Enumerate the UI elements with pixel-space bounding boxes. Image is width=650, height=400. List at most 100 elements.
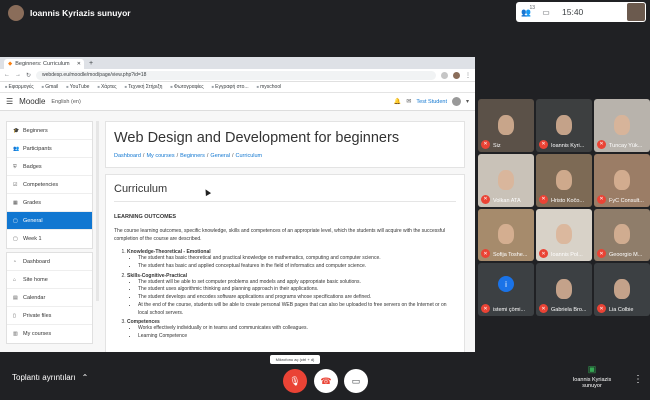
- profile-icon[interactable]: [453, 71, 460, 79]
- people-button[interactable]: 👥 13: [516, 2, 536, 22]
- check-square-icon: ☑: [13, 181, 18, 188]
- bookmark[interactable]: Φωτογραφίες: [170, 84, 204, 90]
- page-title: Curriculum: [114, 183, 456, 202]
- mic-muted-icon: ✕: [597, 304, 606, 313]
- outcome-point: Works effectively individually or in tea…: [138, 325, 456, 333]
- bookmarks-bar: Εφαρμογές Gmail YouTube Χάρτες Τεχνική Σ…: [0, 82, 475, 93]
- moodle-favicon: ◆: [8, 61, 13, 67]
- participant-tile[interactable]: ✕ FyC Consult...: [594, 153, 650, 207]
- extension-icon[interactable]: [441, 71, 448, 79]
- chevron-up-icon: ⌃: [81, 373, 89, 382]
- url-text: webdesp.eu/moodle/mod/page/view.php?id=1…: [42, 72, 147, 78]
- participant-tile[interactable]: ✕ Ioannis Kyri...: [536, 99, 592, 152]
- breadcrumb: Dashboard / My courses / Beginners / General / C…: [114, 153, 456, 159]
- hang-up-button[interactable]: ☎: [314, 369, 338, 393]
- sidebar-item-dashboard[interactable]: ◔ Dashboard: [7, 253, 92, 271]
- participant-video: [498, 224, 514, 245]
- url-input[interactable]: webdesp.eu/moodle/mod/page/view.php?id=1…: [36, 70, 436, 80]
- camera-toggle-button[interactable]: ▭: [344, 369, 368, 393]
- bookmark[interactable]: Τεχνική Στήριξη: [125, 84, 162, 90]
- table-icon: ▦: [13, 199, 18, 206]
- outcome-point: The student has basic theoretical and pr…: [138, 255, 456, 263]
- sidebar-item-calendar[interactable]: ▤ Calendar: [7, 289, 92, 307]
- meeting-details-button[interactable]: Toplantı ayrıntıları ⌃: [12, 373, 88, 382]
- participant-tile[interactable]: ✕ Gabriela Bro...: [536, 263, 592, 316]
- participant-tile[interactable]: ✕ Volkan ATA: [478, 153, 534, 207]
- bookmark[interactable]: Χάρτες: [97, 84, 117, 90]
- hamburger-icon[interactable]: ☰: [6, 97, 13, 106]
- sidebar-item-label: Week 1: [23, 236, 42, 242]
- mic-muted-icon: ✕: [597, 194, 606, 204]
- sidebar-item-label: Participants: [23, 145, 52, 152]
- moodle-brand[interactable]: Moodle: [19, 97, 45, 106]
- participant-video: [556, 169, 572, 190]
- breadcrumb-separator: /: [142, 153, 145, 159]
- sidebar-item-participants[interactable]: 👥 Participants: [7, 140, 92, 158]
- outcome-item: Knowledge-Theoretical - EmotionalThe stu…: [127, 249, 456, 271]
- breadcrumb-link[interactable]: Beginners: [180, 153, 205, 159]
- bookmark[interactable]: YouTube: [66, 84, 90, 90]
- breadcrumb-separator: /: [176, 153, 179, 159]
- bookmark[interactable]: Εφαρμογές: [5, 84, 34, 90]
- present-label-2: sunuyor: [582, 383, 602, 389]
- participant-tile[interactable]: ✕ Hristo Kočo...: [536, 153, 592, 207]
- participant-name: Lia Colbie: [609, 307, 634, 313]
- breadcrumb-link[interactable]: General: [210, 153, 230, 159]
- mic-tooltip: Mikrofonu aç (ctrl + d): [270, 355, 320, 364]
- participant-tile[interactable]: ✕ Lia Colbie: [594, 263, 650, 316]
- bookmark[interactable]: myschool: [257, 84, 281, 90]
- presenter-banner: Ioannis Kyriazis sunuyor: [8, 4, 131, 22]
- tachometer-icon: ◔: [13, 258, 17, 265]
- user-name[interactable]: Test Student: [416, 99, 447, 105]
- reload-icon[interactable]: ↻: [26, 72, 31, 79]
- participant-grid: ✕ Siz ✕ Ioannis Kyri... ✕ Tuncay Yük... ✕ Volka…: [478, 99, 650, 316]
- forward-icon[interactable]: →: [15, 72, 21, 78]
- sidebar-item-week-1[interactable]: ▢ Week 1: [7, 230, 92, 248]
- sidebar-item-private-files[interactable]: ▯ Private files: [7, 307, 92, 325]
- participant-tile[interactable]: ✕ Geoorgio M...: [594, 208, 650, 262]
- breadcrumb-link[interactable]: Dashboard: [114, 153, 141, 159]
- sidebar-item-general[interactable]: ▢ General: [7, 212, 92, 230]
- sidebar-item-competencies[interactable]: ☑ Competencies: [7, 176, 92, 194]
- participant-tile[interactable]: ✕ Tuncay Yük...: [594, 99, 650, 152]
- back-icon[interactable]: ←: [4, 72, 10, 78]
- participant-tile[interactable]: ✕ Siz: [478, 99, 534, 152]
- messages-icon[interactable]: ✉: [406, 98, 411, 105]
- sidebar-item-site-home[interactable]: ⌂ Site home: [7, 271, 92, 289]
- presentation-button[interactable]: ▣ Ioannis Kyriazis sunuyor: [560, 364, 624, 389]
- participant-name: Ioannis Pol...: [551, 252, 583, 259]
- sidebar-item-beginners[interactable]: 🎓 Beginners: [7, 122, 92, 140]
- bookmark[interactable]: Εγγραφή στο...: [212, 84, 248, 90]
- sidebar-item-my-courses[interactable]: ▥ My courses: [7, 325, 92, 343]
- participant-tile[interactable]: ✕ Ioannis Pol...: [536, 208, 592, 262]
- breadcrumb-separator: /: [232, 153, 234, 159]
- browser-menu-icon[interactable]: ⋮: [465, 72, 471, 79]
- folder-icon: ▢: [13, 236, 18, 242]
- bookmark[interactable]: Gmail: [42, 84, 58, 90]
- bell-icon[interactable]: 🔔: [394, 98, 401, 105]
- language-menu[interactable]: English (en): [51, 99, 80, 105]
- more-options-icon[interactable]: ⋮: [633, 374, 643, 385]
- breadcrumb-link[interactable]: My courses: [146, 153, 174, 159]
- mic-toggle-button[interactable]: 🎙: [283, 369, 307, 393]
- new-tab-button[interactable]: +: [89, 59, 93, 69]
- browser-tab[interactable]: ◆ Beginners: Curriculum ✕: [4, 59, 84, 69]
- participant-video: [614, 114, 630, 135]
- outcome-item: Skills-Cognitive-PracticalThe student wi…: [127, 273, 456, 318]
- mic-muted-icon: ✕: [481, 194, 490, 204]
- breadcrumb-link[interactable]: Curriculum: [236, 153, 263, 159]
- user-area: 🔔 ✉ Test Student ▾: [394, 97, 469, 106]
- outcome-points: The student has basic theoretical and pr…: [138, 255, 456, 271]
- self-view-thumbnail[interactable]: [627, 3, 645, 21]
- participant-name: Hristo Kočo...: [551, 197, 585, 204]
- sidebar-item-grades[interactable]: ▦ Grades: [7, 194, 92, 212]
- close-tab-icon[interactable]: ✕: [77, 61, 81, 67]
- sidebar-item-badges[interactable]: ⛨ Badges: [7, 158, 92, 176]
- participant-tile[interactable]: ✕ Sofija Toshe...: [478, 208, 534, 262]
- user-avatar[interactable]: [451, 97, 461, 106]
- chevron-down-icon[interactable]: ▾: [466, 98, 469, 105]
- participant-tile[interactable]: i ✕ istemi çömi...: [478, 263, 534, 316]
- chat-button[interactable]: ▭: [536, 2, 556, 22]
- section-heading: LEARNING OUTCOMES: [114, 214, 177, 220]
- drawer-scrollbar[interactable]: [96, 121, 99, 301]
